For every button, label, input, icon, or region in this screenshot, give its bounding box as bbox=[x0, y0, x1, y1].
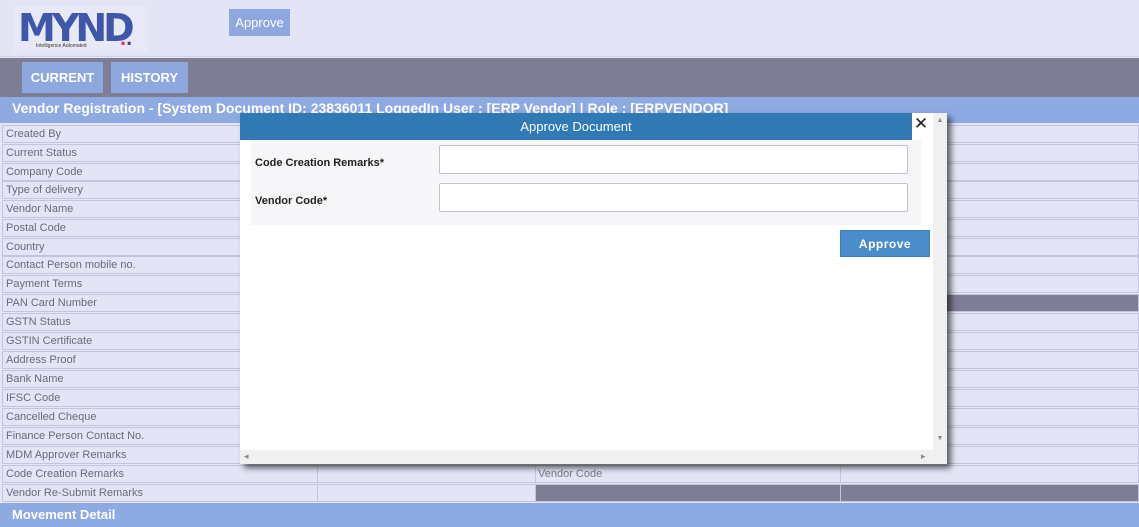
field-value bbox=[318, 484, 536, 502]
vendor-code-input[interactable] bbox=[439, 183, 908, 212]
scroll-left-arrow-icon[interactable]: ◂ bbox=[244, 451, 249, 462]
vertical-scrollbar[interactable]: ▲ ▼ bbox=[933, 113, 947, 464]
tab-current[interactable]: CURRENT bbox=[22, 62, 103, 93]
scroll-down-arrow-icon[interactable]: ▼ bbox=[933, 435, 947, 442]
field-label: Code Creation Remarks bbox=[2, 465, 318, 483]
logo-dots: .. bbox=[120, 25, 133, 50]
approve-button-top[interactable]: Approve bbox=[229, 9, 290, 36]
approve-form: Code Creation Remarks* Vendor Code* bbox=[251, 140, 921, 225]
field-label-secondary: Vendor Code bbox=[536, 465, 841, 483]
field-label-secondary bbox=[536, 484, 841, 502]
mynd-logo: MYND .. Intelligence Automated bbox=[14, 6, 148, 52]
code-creation-remarks-input[interactable] bbox=[439, 145, 908, 174]
tab-bar: CURRENT HISTORY bbox=[0, 58, 1139, 97]
field-value-secondary bbox=[841, 484, 1139, 502]
field-label: Vendor Re-Submit Remarks bbox=[2, 484, 318, 502]
field-value bbox=[318, 465, 536, 483]
approve-button-modal[interactable]: Approve bbox=[840, 230, 930, 257]
table-row: Vendor Re-Submit Remarks bbox=[0, 484, 1139, 503]
table-row: Code Creation Remarks Vendor Code bbox=[0, 465, 1139, 484]
modal-title: Approve Document bbox=[240, 113, 912, 140]
scroll-right-arrow-icon[interactable]: ▸ bbox=[921, 451, 926, 462]
scroll-up-arrow-icon[interactable]: ▲ bbox=[933, 117, 947, 124]
vendor-code-label: Vendor Code* bbox=[255, 195, 328, 207]
movement-detail-header: Movement Detail bbox=[0, 503, 1139, 527]
field-value-secondary bbox=[841, 465, 1139, 483]
horizontal-scrollbar[interactable]: ◂ ▸ bbox=[240, 450, 933, 464]
code-creation-remarks-label: Code Creation Remarks* bbox=[255, 157, 384, 169]
tab-history[interactable]: HISTORY bbox=[111, 62, 188, 93]
close-icon[interactable]: ✕ bbox=[913, 115, 929, 132]
logo-tagline: Intelligence Automated bbox=[36, 43, 87, 49]
top-bar: MYND .. Intelligence Automated Approve bbox=[0, 0, 1139, 57]
approve-document-modal: Approve Document ✕ Code Creation Remarks… bbox=[240, 113, 947, 464]
